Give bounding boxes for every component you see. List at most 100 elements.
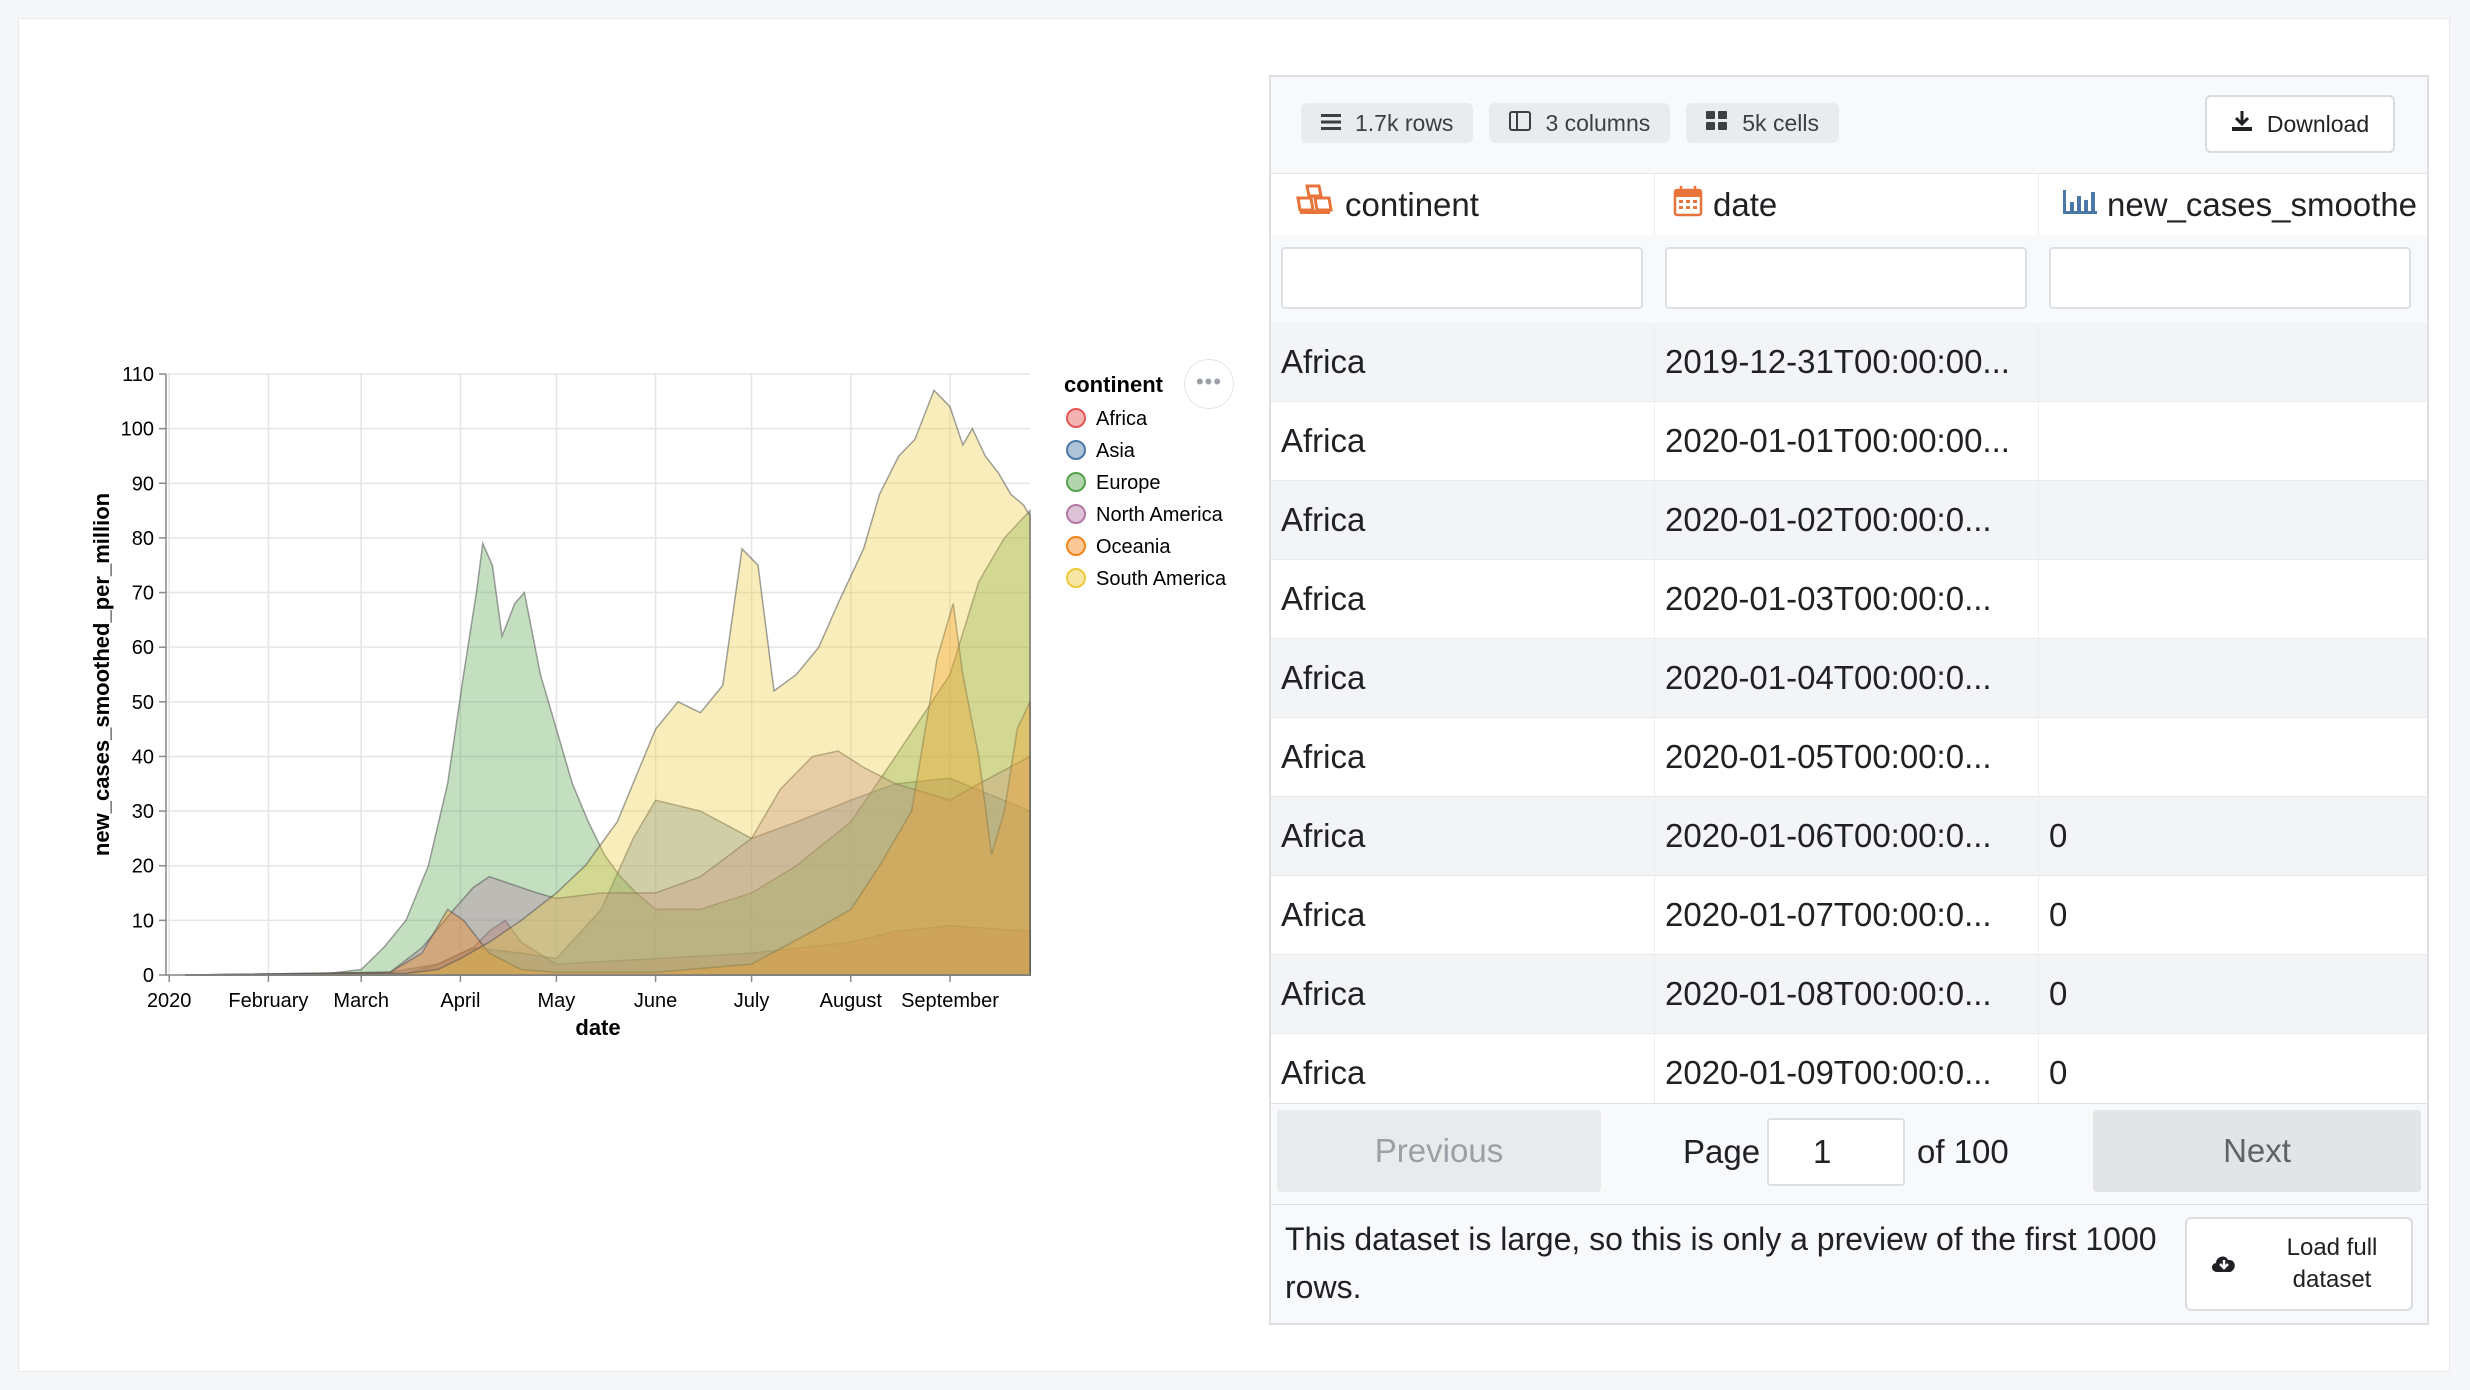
y-axis-title: new_cases_smoothed_per_million <box>89 493 114 856</box>
y-tick-label: 90 <box>132 473 154 495</box>
cell-continent: Africa <box>1271 955 1655 1033</box>
legend-label: Europe <box>1096 472 1161 494</box>
cell-new-cases <box>2039 639 2427 717</box>
x-tick-label: June <box>634 990 677 1012</box>
table-row[interactable]: Africa 2020-01-09T00:00:0... 0 <box>1271 1034 2427 1113</box>
cell-new-cases: 0 <box>2049 1054 2068 1091</box>
table-row[interactable]: Africa 2020-01-08T00:00:0... 0 <box>1271 955 2427 1034</box>
y-tick-label: 80 <box>132 528 154 550</box>
y-tick-label: 40 <box>132 746 154 768</box>
filter-input-new-cases[interactable] <box>2049 247 2411 309</box>
x-tick-label: September <box>901 990 999 1012</box>
cell-continent: Africa <box>1271 481 1655 559</box>
table-row[interactable]: Africa 2020-01-02T00:00:0... <box>1271 481 2427 560</box>
area-chart: 0 10 20 30 40 50 60 70 80 90 100 110 2020 February Mar… <box>79 344 1259 1064</box>
y-tick-label: 60 <box>132 637 154 659</box>
cell-continent: Africa <box>1271 402 1655 480</box>
cell-new-cases <box>2039 718 2427 796</box>
bar-chart-icon <box>2061 186 2097 224</box>
category-icon <box>1295 184 1335 226</box>
cell-date: 2019-12-31T00:00:00... <box>1655 323 2039 401</box>
legend-label: Oceania <box>1096 536 1171 558</box>
previous-button[interactable]: Previous <box>1277 1110 1601 1192</box>
table-row[interactable]: Africa 2020-01-01T00:00:00... <box>1271 402 2427 481</box>
page-input[interactable]: 1 <box>1767 1118 1905 1186</box>
x-axis-title: date <box>575 1015 620 1040</box>
cell-continent: Africa <box>1271 323 1655 401</box>
x-tick-label: 2020 <box>147 990 192 1012</box>
cells-count: 5k cells <box>1742 109 1819 136</box>
cell-new-cases <box>2039 323 2427 401</box>
cell-date: 2020-01-02T00:00:0... <box>1655 481 2039 559</box>
cell-new-cases: 0 <box>2049 896 2068 933</box>
download-icon <box>2231 110 2253 138</box>
y-tick-label: 30 <box>132 801 154 823</box>
legend-title: continent <box>1064 372 1164 397</box>
table-row[interactable]: Africa 2020-01-03T00:00:0... <box>1271 560 2427 639</box>
next-button[interactable]: Next <box>2093 1110 2421 1192</box>
table-row[interactable]: Africa 2020-01-07T00:00:0... 0 <box>1271 876 2427 955</box>
y-tick-label: 20 <box>132 856 154 878</box>
load-full-dataset-button[interactable]: Load full dataset <box>2185 1217 2413 1311</box>
legend-label: South America <box>1096 568 1227 590</box>
y-tick-label: 0 <box>143 965 154 987</box>
legend-swatch <box>1066 504 1086 524</box>
cell-new-cases: 0 <box>2049 975 2068 1012</box>
cell-new-cases: 0 <box>2049 817 2068 854</box>
legend-swatch <box>1066 408 1086 428</box>
y-tick-label: 10 <box>132 910 154 932</box>
cells-icon <box>1706 110 1728 137</box>
table-stats: 1.7k rows 3 columns 5k cells <box>1301 103 1839 143</box>
column-header-label: date <box>1713 186 1778 223</box>
column-header-new-cases[interactable]: new_cases_smoothe <box>2039 174 2427 236</box>
column-header-label: new_cases_smoothe <box>2107 186 2418 223</box>
column-header-label: continent <box>1345 186 1479 223</box>
legend-swatch <box>1066 536 1086 556</box>
legend-swatch <box>1066 568 1086 588</box>
y-tick-label: 110 <box>122 364 154 386</box>
column-header-continent[interactable]: continent <box>1271 174 1655 236</box>
table-row[interactable]: Africa 2020-01-06T00:00:0... 0 <box>1271 797 2427 876</box>
columns-count: 3 columns <box>1545 109 1651 136</box>
cloud-download-icon <box>2209 1251 2239 1282</box>
x-tick-label: March <box>333 990 389 1012</box>
y-tick-label: 50 <box>132 692 154 714</box>
cell-date: 2020-01-08T00:00:0... <box>1655 955 2039 1033</box>
cell-date: 2020-01-07T00:00:0... <box>1655 876 2039 954</box>
cell-date: 2020-01-05T00:00:0... <box>1655 718 2039 796</box>
rows-chip: 1.7k rows <box>1301 103 1474 143</box>
legend-swatch <box>1066 440 1086 460</box>
cell-date: 2020-01-03T00:00:0... <box>1655 560 2039 638</box>
rows-count: 1.7k rows <box>1355 109 1454 136</box>
app-card: 0 10 20 30 40 50 60 70 80 90 100 110 2020 February Mar… <box>18 18 2450 1372</box>
cells-chip: 5k cells <box>1686 103 1839 143</box>
cell-date: 2020-01-09T00:00:0... <box>1655 1034 2039 1112</box>
y-tick-label: 70 <box>132 583 154 605</box>
download-label: Download <box>2266 110 2370 137</box>
x-tick-label: July <box>734 990 770 1012</box>
table-header: continent date new_cases_smoothe <box>1271 173 2427 237</box>
table-row[interactable]: Africa 2020-01-05T00:00:0... <box>1271 718 2427 797</box>
cell-continent: Africa <box>1271 797 1655 875</box>
legend-label: North America <box>1096 504 1224 526</box>
table-row[interactable]: Africa 2019-12-31T00:00:00... <box>1271 323 2427 402</box>
cell-new-cases <box>2039 402 2427 480</box>
cell-date: 2020-01-04T00:00:0... <box>1655 639 2039 717</box>
table-row[interactable]: Africa 2020-01-04T00:00:0... <box>1271 639 2427 718</box>
pagination: Previous Page 1 of 100 Next <box>1271 1103 2427 1205</box>
columns-icon <box>1509 110 1532 137</box>
columns-chip: 3 columns <box>1489 103 1671 143</box>
x-tick-label: August <box>820 990 883 1012</box>
download-button[interactable]: Download <box>2205 95 2395 153</box>
legend-swatch <box>1066 472 1086 492</box>
legend-label: Asia <box>1096 440 1136 462</box>
cell-new-cases <box>2039 481 2427 559</box>
filter-input-date[interactable] <box>1665 247 2027 309</box>
filter-input-continent[interactable] <box>1281 247 1643 309</box>
filter-row <box>1271 235 2427 324</box>
chart-menu-button[interactable]: ••• <box>1184 359 1234 409</box>
legend-label: Africa <box>1096 408 1148 430</box>
column-header-date[interactable]: date <box>1655 174 2039 236</box>
rows-icon <box>1321 110 1341 137</box>
preview-notice: This dataset is large, so this is only a… <box>1285 1221 2157 1305</box>
